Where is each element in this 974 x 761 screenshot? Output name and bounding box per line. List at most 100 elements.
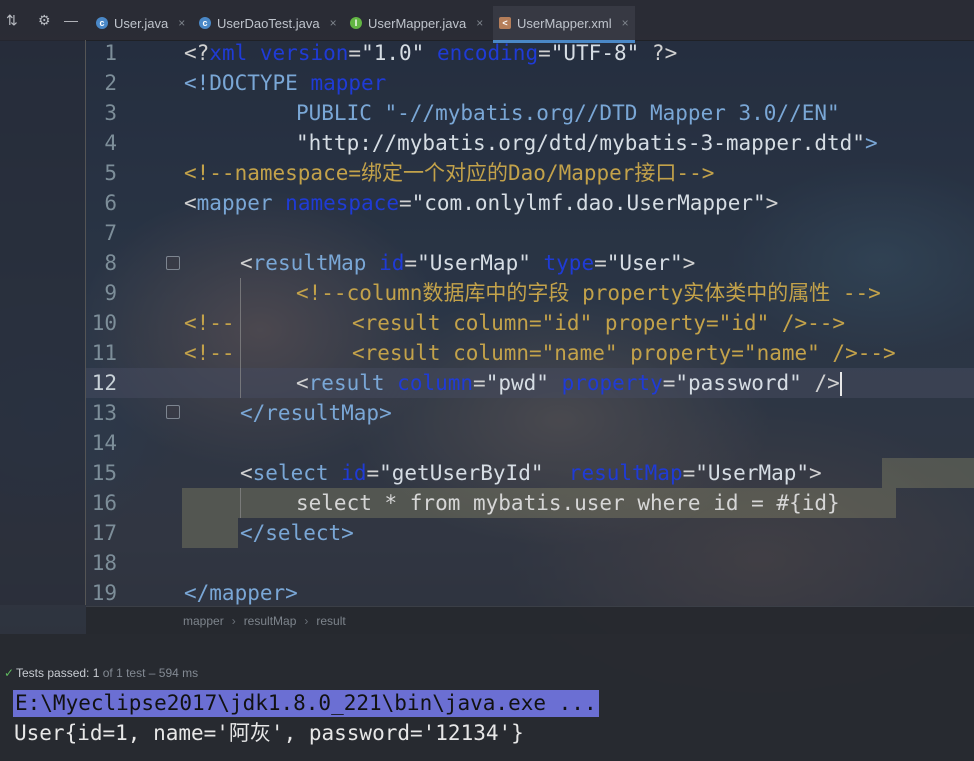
tab-usermapper-java[interactable]: I UserMapper.java × — [350, 6, 483, 40]
code-token: select — [252, 461, 329, 485]
code-token: "UTF-8" — [550, 41, 640, 65]
line-number: 16 — [91, 491, 117, 515]
code-token: "getUserById" — [379, 461, 544, 485]
code-line: 11 <!-- <result column="name" property="… — [0, 338, 974, 368]
code-line: 17 </select> — [0, 518, 974, 548]
code-line: 8 <resultMap id="UserMap" type="User"> — [0, 248, 974, 278]
code-comment: <!--namespace=绑定一个对应的Dao/Mapper接口--> — [184, 161, 715, 185]
code-text: </mapper> — [184, 581, 298, 605]
code-token: encoding — [436, 41, 539, 65]
breadcrumb-item[interactable]: resultMap — [244, 614, 297, 628]
code-line: 18 — [0, 548, 974, 578]
code-text: <?xml version="1.0" encoding="UTF-8" ?> — [184, 38, 677, 68]
status-label: Tests passed: — [16, 666, 90, 680]
chevron-right-icon: › — [231, 613, 236, 628]
breadcrumb-item[interactable]: mapper — [183, 614, 224, 628]
java-interface-icon: I — [350, 17, 362, 29]
code-line: 3 PUBLIC "-//mybatis.org//DTD Mapper 3.0… — [0, 98, 974, 128]
breadcrumb-item[interactable]: result — [316, 614, 345, 628]
code-token: > — [682, 251, 696, 275]
code-line-current: 12 <result column="pwd" property="passwo… — [0, 368, 974, 398]
line-number: 9 — [104, 281, 117, 305]
code-token: "http://mybatis.org/dtd/mybatis-3-mapper… — [296, 131, 865, 155]
code-token: resultMap — [252, 251, 367, 275]
code-text: <mapper namespace="com.onlylmf.dao.UserM… — [184, 188, 778, 218]
line-number: 13 — [91, 401, 117, 425]
code-text: <!DOCTYPE mapper — [184, 68, 386, 98]
code-token: namespace — [285, 191, 399, 215]
code-token: <!DOCTYPE — [184, 71, 298, 95]
line-number: 12 — [91, 371, 117, 395]
code-line: 15 <select id="getUserById" resultMap="U… — [0, 458, 974, 488]
code-text: <select id="getUserById" resultMap="User… — [240, 461, 822, 485]
line-number: 17 — [91, 521, 117, 545]
tab-user-java[interactable]: c User.java × — [96, 6, 185, 40]
run-command-line[interactable]: E:\Myeclipse2017\jdk1.8.0_221\bin\java.e… — [13, 690, 599, 717]
tab-label: UserMapper.xml — [517, 15, 612, 31]
status-detail: of 1 test – 594 ms — [102, 666, 199, 680]
code-line: 13 </resultMap> — [0, 398, 974, 428]
editor-tab-bar: ⇅ ⚙ — c User.java × c UserDaoTest.java ×… — [0, 0, 974, 43]
code-token: <? — [184, 41, 210, 65]
tab-userdaotest-java[interactable]: c UserDaoTest.java × — [199, 6, 337, 40]
code-token: "UserMap" — [417, 251, 531, 275]
line-number: 8 — [104, 251, 117, 275]
code-token: mapper — [310, 71, 387, 95]
code-line: 10 <!-- <result column="id" property="id… — [0, 308, 974, 338]
close-icon[interactable]: × — [178, 16, 185, 30]
code-text: PUBLIC "-//mybatis.org//DTD Mapper 3.0//… — [296, 101, 840, 125]
code-token: id — [341, 461, 367, 485]
java-test-icon: c — [199, 17, 211, 29]
code-line: 14 — [0, 428, 974, 458]
code-token: "pwd" — [485, 371, 549, 395]
minimize-icon[interactable]: — — [64, 12, 78, 28]
line-number: 7 — [104, 221, 117, 245]
line-number: 11 — [91, 341, 117, 365]
code-comment: <result column="id" property="id" />--> — [352, 311, 846, 335]
line-number: 3 — [104, 101, 117, 125]
code-token: > — [809, 461, 822, 485]
code-token: > — [864, 131, 878, 155]
xml-file-icon: < — [499, 17, 511, 29]
code-token: column — [397, 371, 474, 395]
close-icon[interactable]: × — [622, 16, 629, 30]
tab-label: User.java — [114, 15, 169, 31]
code-token: version — [259, 41, 349, 65]
code-token: resultMap — [568, 461, 683, 485]
code-comment: <result column="name" property="name" />… — [352, 341, 896, 365]
code-text: </resultMap> — [240, 401, 392, 425]
gear-icon[interactable]: ⚙ — [38, 12, 51, 29]
code-token: < — [240, 251, 253, 275]
line-number: 15 — [91, 461, 117, 485]
code-line: 9 <!--column数据库中的字段 property实体类中的属性 --> — [0, 278, 974, 308]
code-token: "User" — [606, 251, 683, 275]
code-token: = — [348, 41, 362, 65]
code-text: <resultMap id="UserMap" type="User"> — [240, 251, 696, 275]
code-token: = — [398, 191, 412, 215]
code-text: <result column="pwd" property="password"… — [296, 371, 842, 396]
tab-label: UserDaoTest.java — [217, 15, 320, 31]
collapse-icon[interactable]: ⇅ — [6, 12, 18, 29]
code-line: 5 <!--namespace=绑定一个对应的Dao/Mapper接口--> — [0, 158, 974, 188]
close-icon[interactable]: × — [476, 16, 483, 30]
test-status-bar: ✓ Tests passed: 1 of 1 test – 594 ms — [0, 658, 974, 688]
sql-text: select * from mybatis.user where id = #{… — [296, 491, 840, 515]
line-number: 6 — [104, 191, 117, 215]
code-line: 6 <mapper namespace="com.onlylmf.dao.Use… — [0, 188, 974, 218]
code-token: "password" — [675, 371, 802, 395]
code-token: mapper — [196, 191, 273, 215]
code-line: 2 <!DOCTYPE mapper — [0, 68, 974, 98]
code-token: "UserMap" — [695, 461, 810, 485]
status-count: 1 — [92, 666, 100, 680]
code-comment: <!--column数据库中的字段 property实体类中的属性 --> — [296, 281, 881, 305]
tab-label: UserMapper.java — [368, 15, 467, 31]
code-token: ?> — [651, 41, 678, 65]
code-comment: <!-- — [184, 341, 235, 365]
code-token: xml — [209, 41, 248, 65]
code-text: "http://mybatis.org/dtd/mybatis-3-mapper… — [296, 128, 878, 158]
code-token: id — [379, 251, 405, 275]
line-number: 14 — [91, 431, 117, 455]
code-token: < — [184, 191, 197, 215]
line-number: 1 — [104, 41, 117, 65]
close-icon[interactable]: × — [330, 16, 337, 30]
